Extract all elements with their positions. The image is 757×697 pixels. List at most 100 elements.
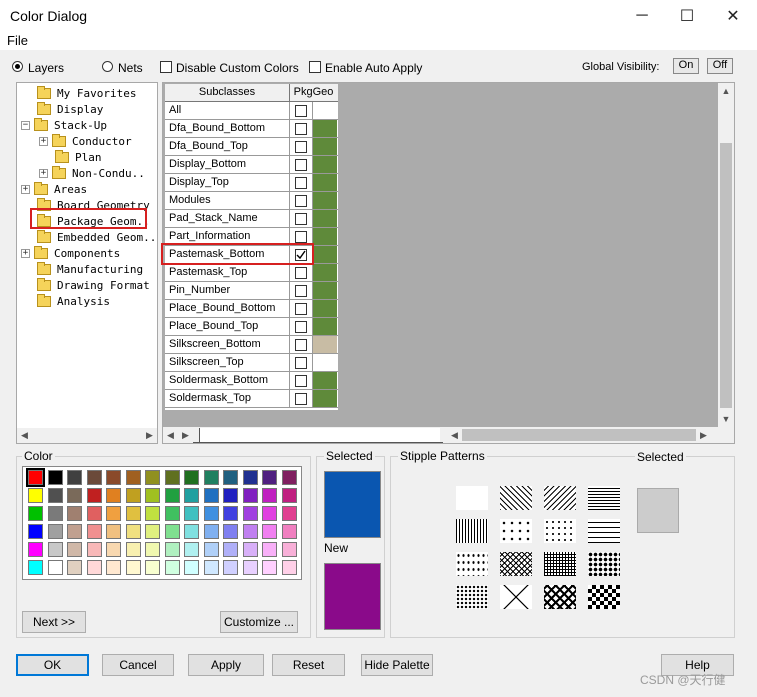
palette-swatch[interactable] [28, 560, 43, 575]
palette-swatch[interactable] [86, 488, 102, 503]
global-visibility-off-button[interactable]: Off [707, 58, 733, 74]
palette-swatch[interactable] [262, 488, 277, 503]
palette-swatch[interactable] [145, 506, 160, 521]
palette-swatch[interactable] [262, 542, 277, 557]
stipple-pattern[interactable] [456, 519, 488, 543]
palette-swatch[interactable] [47, 560, 63, 575]
palette-swatch[interactable] [281, 560, 297, 575]
sheet-tab[interactable] [193, 427, 443, 443]
tree-item[interactable]: + Non-Condu.. [17, 165, 157, 181]
palette-swatch[interactable] [67, 506, 82, 521]
palette-swatch[interactable] [125, 524, 141, 539]
expand-icon[interactable]: + [39, 136, 48, 146]
hide-palette-button[interactable]: Hide Palette [361, 654, 433, 676]
palette-swatch[interactable] [164, 560, 180, 575]
stipple-pattern[interactable] [588, 486, 620, 510]
color-cell[interactable] [313, 372, 337, 389]
tab-scroll-right-icon[interactable]: ▶ [178, 427, 193, 443]
palette-swatch[interactable] [125, 542, 141, 557]
palette-swatch[interactable] [106, 560, 121, 575]
palette-swatch[interactable] [281, 542, 297, 557]
palette-swatch[interactable] [28, 488, 43, 503]
palette-swatch[interactable] [203, 542, 219, 557]
palette-swatch[interactable] [86, 542, 102, 557]
visibility-checkbox[interactable] [295, 194, 307, 207]
visibility-checkbox[interactable] [295, 230, 307, 243]
grid-vertical-scrollbar[interactable]: ▲ ▼ [718, 83, 734, 427]
palette-swatch[interactable] [262, 560, 277, 575]
palette-swatch[interactable] [184, 470, 199, 485]
close-button[interactable]: ✕ [710, 0, 756, 32]
color-cell[interactable] [313, 300, 337, 317]
stipple-pattern[interactable] [588, 585, 620, 609]
palette-swatch[interactable] [67, 524, 82, 539]
palette-swatch[interactable] [67, 488, 82, 503]
palette-swatch[interactable] [184, 542, 199, 557]
color-cell[interactable] [313, 210, 337, 227]
palette-swatch[interactable] [262, 506, 277, 521]
tab-scroll-left-icon[interactable]: ◀ [163, 427, 178, 443]
palette-swatch[interactable] [184, 524, 199, 539]
visibility-checkbox[interactable] [295, 356, 307, 369]
stipple-pattern[interactable] [500, 486, 532, 510]
visibility-checkbox[interactable] [295, 158, 307, 171]
tree-item[interactable]: + Areas [17, 181, 157, 197]
tree-horizontal-scrollbar[interactable]: ◀ ▶ [17, 428, 157, 443]
palette-swatch[interactable] [223, 470, 238, 485]
global-visibility-on-button[interactable]: On [673, 58, 699, 74]
visibility-checkbox[interactable] [295, 284, 307, 297]
palette-swatch[interactable] [242, 488, 258, 503]
visibility-checkbox[interactable] [295, 266, 307, 279]
color-cell[interactable] [313, 282, 337, 299]
palette-swatch[interactable] [281, 524, 297, 539]
palette-swatch[interactable] [203, 470, 219, 485]
stipple-pattern[interactable] [500, 519, 532, 543]
stipple-pattern[interactable] [456, 486, 488, 510]
color-cell[interactable] [313, 228, 337, 245]
expand-icon[interactable]: + [39, 168, 48, 178]
ok-button[interactable]: OK [16, 654, 89, 676]
palette-swatch[interactable] [145, 470, 160, 485]
palette-swatch[interactable] [203, 524, 219, 539]
scrollbar-thumb[interactable] [720, 143, 732, 408]
color-cell[interactable] [313, 318, 337, 335]
color-cell[interactable] [313, 192, 337, 209]
palette-swatch[interactable] [242, 506, 258, 521]
subclasses-header[interactable]: Subclasses [165, 84, 290, 101]
tree-item[interactable]: Plan [17, 149, 157, 165]
color-cell[interactable] [313, 336, 337, 353]
palette-swatch[interactable] [262, 470, 277, 485]
stipple-pattern[interactable] [500, 585, 532, 609]
palette-swatch[interactable] [47, 542, 63, 557]
hscroll-right-icon[interactable]: ▶ [696, 427, 711, 443]
palette-swatch[interactable] [223, 488, 238, 503]
palette-swatch[interactable] [145, 560, 160, 575]
palette-swatch[interactable] [242, 470, 258, 485]
color-cell[interactable] [313, 246, 337, 263]
visibility-checkbox[interactable] [295, 320, 307, 333]
palette-swatch[interactable] [184, 560, 199, 575]
color-cell[interactable] [313, 174, 337, 191]
palette-swatch[interactable] [203, 560, 219, 575]
maximize-button[interactable]: ☐ [664, 0, 710, 32]
tree-item[interactable]: My Favorites [17, 85, 157, 101]
palette-swatch[interactable] [164, 506, 180, 521]
color-cell[interactable] [313, 264, 337, 281]
palette-swatch[interactable] [184, 488, 199, 503]
stipple-pattern[interactable] [588, 519, 620, 543]
menu-file[interactable]: File [7, 33, 28, 48]
color-cell[interactable] [313, 156, 337, 173]
palette-swatch[interactable] [86, 506, 102, 521]
visibility-checkbox[interactable] [295, 176, 307, 189]
visibility-checkbox[interactable] [295, 374, 307, 387]
palette-swatch[interactable] [67, 542, 82, 557]
palette-swatch[interactable] [106, 542, 121, 557]
apply-button[interactable]: Apply [188, 654, 264, 676]
palette-swatch[interactable] [47, 488, 63, 503]
stipple-pattern[interactable] [544, 552, 576, 576]
palette-swatch[interactable] [26, 468, 45, 487]
palette-swatch[interactable] [242, 524, 258, 539]
palette-swatch[interactable] [223, 542, 238, 557]
stipple-pattern[interactable] [544, 585, 576, 609]
palette-swatch[interactable] [164, 524, 180, 539]
